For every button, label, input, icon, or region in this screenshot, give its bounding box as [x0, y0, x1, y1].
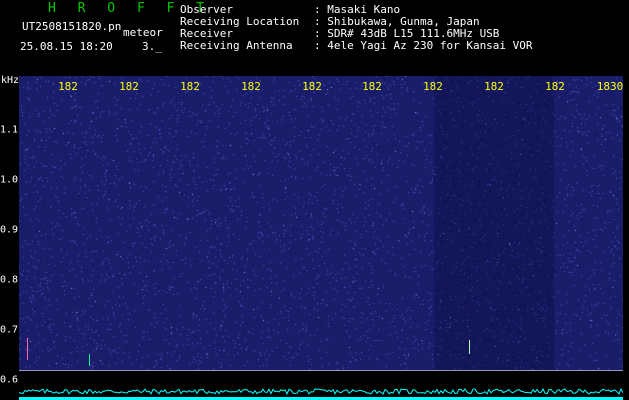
signal-marker-3	[27, 338, 28, 360]
y-tick-2: 1.0	[0, 174, 19, 186]
info-value-antenna: : 4ele Yagi Az 230 for Kansai VOR	[314, 39, 533, 52]
info-label-antenna: Receiving Antenna	[180, 39, 293, 52]
y-tick-5: 0.7	[0, 324, 19, 336]
x-tick-7: 182	[423, 80, 443, 93]
datetime-label: 25.08.15 18:20	[20, 40, 113, 53]
y-unit-label: kHz	[1, 75, 20, 86]
x-tick-8: 182	[484, 80, 504, 93]
y-tick-4: 0.8	[0, 274, 19, 286]
x-tick-6: 182	[362, 80, 382, 93]
x-tick-3: 182	[180, 80, 200, 93]
x-tick-5: 182	[302, 80, 322, 93]
header-panel: H R O F F T UT2508151820.pn meteor 25.08…	[0, 0, 629, 76]
spectrum-trace	[18, 387, 624, 396]
x-tick-9: 182	[545, 80, 565, 93]
hrofft-window: H R O F F T UT2508151820.pn meteor 25.08…	[0, 0, 629, 400]
spectrum-panel	[18, 372, 624, 400]
spectrum-graph	[18, 387, 624, 400]
waterfall-noise-canvas	[19, 76, 623, 370]
filename-label: UT2508151820.pn	[22, 20, 122, 33]
x-tick-2: 182	[119, 80, 139, 93]
y-tick-3: 0.9	[0, 224, 19, 236]
x-tick-1: 182	[58, 80, 78, 93]
x-tick-10: 1830	[596, 80, 624, 93]
x-tick-4: 182	[241, 80, 261, 93]
signal-marker-2	[469, 340, 470, 354]
y-tick-1: 1.1	[0, 124, 19, 136]
reference-line-upper	[19, 370, 623, 371]
signal-marker-1	[89, 354, 90, 366]
meteor-tag: meteor	[123, 26, 163, 39]
speed-label: 3._	[142, 40, 162, 53]
waterfall-display	[19, 76, 623, 370]
y-tick-6: 0.6	[0, 374, 19, 386]
